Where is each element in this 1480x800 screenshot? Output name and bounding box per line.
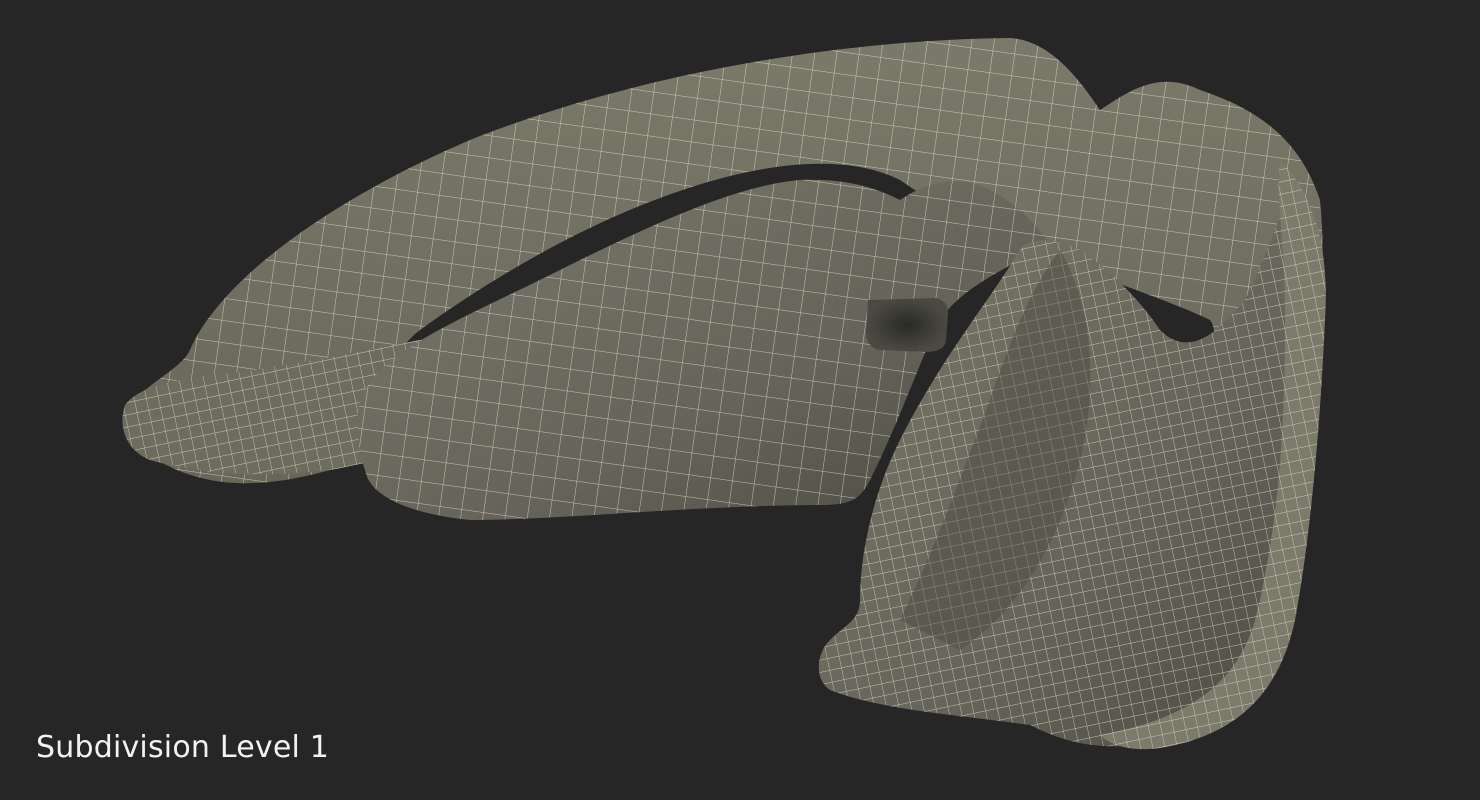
caption-text: Subdivision Level 1	[36, 730, 330, 765]
mouthguard-wireframe-render	[122, 38, 1326, 750]
breathing-hole	[865, 298, 948, 352]
render-viewport: Subdivision Level 1	[0, 0, 1480, 800]
